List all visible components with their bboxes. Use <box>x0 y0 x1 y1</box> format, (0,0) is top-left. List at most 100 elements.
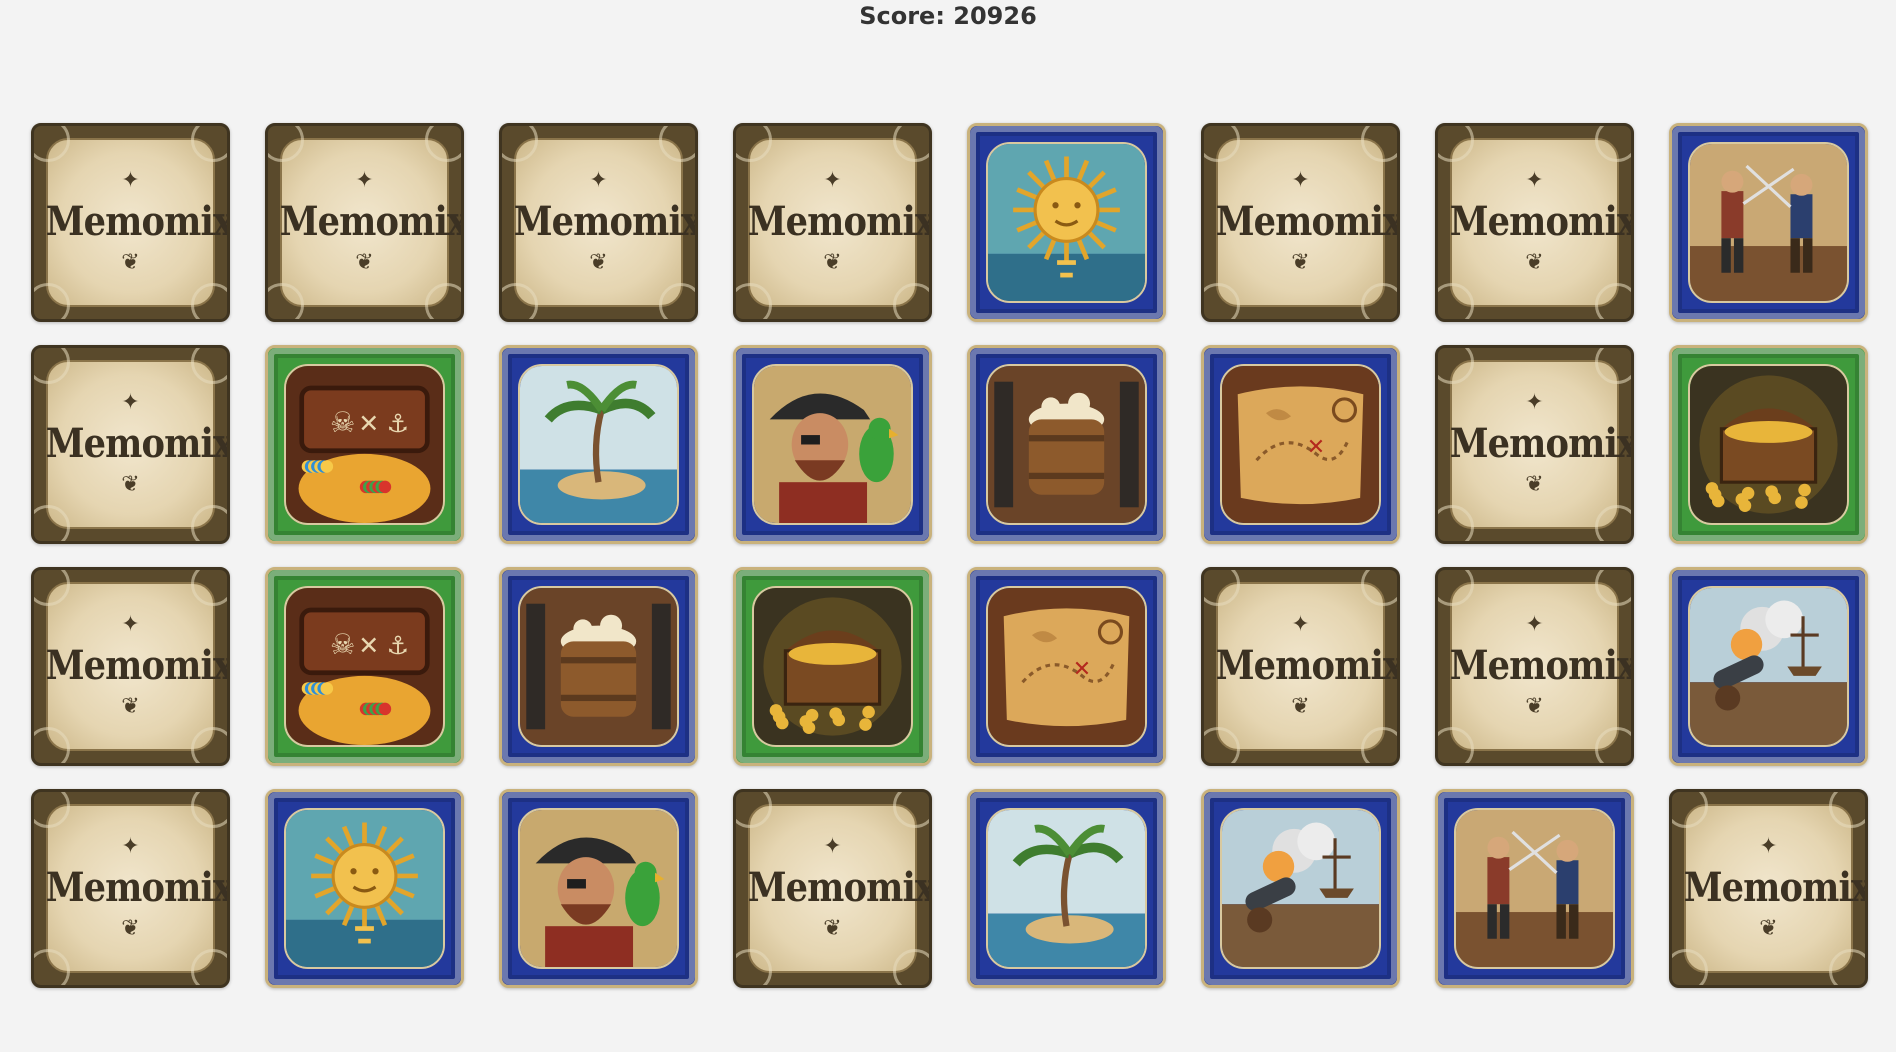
card-face-pirate-with-parrot[interactable] <box>733 345 932 544</box>
ornament-bottom: ❦ <box>1525 472 1544 497</box>
ornament-bottom: ❦ <box>1525 250 1544 275</box>
card-back[interactable]: ✦ Memomix ❦ <box>1201 567 1400 766</box>
card-back[interactable]: ✦ Memomix ❦ <box>1435 345 1634 544</box>
ornament-swirl <box>1595 283 1631 319</box>
palm-island-image <box>518 364 679 525</box>
treasure-map-image: ✕ <box>1220 364 1381 525</box>
card-back[interactable]: ✦ Memomix ❦ <box>1435 123 1634 322</box>
pirate-with-parrot-image <box>752 364 913 525</box>
ornament-bottom: ❦ <box>121 250 140 275</box>
card-back-logo: Memomix <box>747 864 932 911</box>
card-back-logo: Memomix <box>45 642 230 689</box>
ornament-top: ✦ <box>355 168 374 193</box>
ornament-top: ✦ <box>823 168 842 193</box>
ornament-top: ✦ <box>121 834 140 859</box>
treasure-chest-image <box>752 586 913 747</box>
ornament-swirl <box>191 505 227 541</box>
ornament-top: ✦ <box>1759 834 1778 859</box>
card-back-logo: Memomix <box>45 198 230 245</box>
svg-text:☠: ☠ <box>330 406 355 439</box>
ornament-top: ✦ <box>1291 612 1310 637</box>
sword-duel-image <box>1454 808 1615 969</box>
ornament-swirl <box>1361 727 1397 763</box>
card-face-treasure-map[interactable]: ✕ <box>967 567 1166 766</box>
treasure-hoard-image: ☠ ✕ ⚓ <box>284 586 445 747</box>
ornament-bottom: ❦ <box>355 250 374 275</box>
svg-text:⚓: ⚓ <box>386 631 409 660</box>
card-back[interactable]: ✦ Memomix ❦ <box>1669 789 1868 988</box>
card-face-treasure-chest[interactable] <box>1669 345 1868 544</box>
ornament-top: ✦ <box>121 612 140 637</box>
ornament-bottom: ❦ <box>589 250 608 275</box>
card-face-treasure-hoard[interactable]: ☠ ✕ ⚓ <box>265 345 464 544</box>
ornament-top: ✦ <box>1525 390 1544 415</box>
ornament-swirl <box>425 283 461 319</box>
ornament-top: ✦ <box>1291 168 1310 193</box>
card-back[interactable]: ✦ Memomix ❦ <box>31 345 230 544</box>
card-back[interactable]: ✦ Memomix ❦ <box>265 123 464 322</box>
ornament-swirl <box>191 949 227 985</box>
card-face-cannon-fire[interactable] <box>1201 789 1400 988</box>
score-display: Score: 20926 <box>859 2 1037 30</box>
ornament-swirl <box>659 283 695 319</box>
card-face-sword-duel[interactable] <box>1435 789 1634 988</box>
ornament-bottom: ❦ <box>823 916 842 941</box>
card-face-rum-barrel[interactable] <box>499 567 698 766</box>
ornament-bottom: ❦ <box>121 694 140 719</box>
svg-text:☠: ☠ <box>330 628 355 661</box>
card-back[interactable]: ✦ Memomix ❦ <box>31 123 230 322</box>
sword-duel-image <box>1688 142 1849 303</box>
ornament-swirl <box>1829 949 1865 985</box>
card-back[interactable]: ✦ Memomix ❦ <box>733 123 932 322</box>
svg-text:✕: ✕ <box>358 409 379 438</box>
ornament-bottom: ❦ <box>1291 694 1310 719</box>
ornament-swirl <box>191 727 227 763</box>
card-face-rum-barrel[interactable] <box>967 345 1166 544</box>
card-back[interactable]: ✦ Memomix ❦ <box>31 567 230 766</box>
card-face-sun[interactable] <box>967 123 1166 322</box>
card-back-logo: Memomix <box>747 198 932 245</box>
treasure-hoard-image: ☠ ✕ ⚓ <box>284 364 445 525</box>
card-back[interactable]: ✦ Memomix ❦ <box>733 789 932 988</box>
ornament-bottom: ❦ <box>1759 916 1778 941</box>
ornament-bottom: ❦ <box>823 250 842 275</box>
game-board: ✦ Memomix ❦ ✦ Memomix ❦ ✦ Memomix ❦ ✦ Me… <box>31 123 1868 988</box>
card-back-logo: Memomix <box>279 198 464 245</box>
cannon-fire-image <box>1688 586 1849 747</box>
ornament-top: ✦ <box>121 390 140 415</box>
ornament-swirl <box>1361 283 1397 319</box>
card-back[interactable]: ✦ Memomix ❦ <box>31 789 230 988</box>
ornament-bottom: ❦ <box>121 916 140 941</box>
card-face-pirate-with-parrot[interactable] <box>499 789 698 988</box>
card-face-palm-island[interactable] <box>499 345 698 544</box>
palm-island-image <box>986 808 1147 969</box>
card-back[interactable]: ✦ Memomix ❦ <box>499 123 698 322</box>
rum-barrel-image <box>518 586 679 747</box>
card-back[interactable]: ✦ Memomix ❦ <box>1435 567 1634 766</box>
card-back-logo: Memomix <box>1449 420 1634 467</box>
ornament-bottom: ❦ <box>121 472 140 497</box>
ornament-top: ✦ <box>589 168 608 193</box>
card-face-treasure-map[interactable]: ✕ <box>1201 345 1400 544</box>
treasure-chest-image <box>1688 364 1849 525</box>
card-face-cannon-fire[interactable] <box>1669 567 1868 766</box>
ornament-top: ✦ <box>1525 612 1544 637</box>
card-back[interactable]: ✦ Memomix ❦ <box>1201 123 1400 322</box>
card-face-treasure-hoard[interactable]: ☠ ✕ ⚓ <box>265 567 464 766</box>
card-face-sun[interactable] <box>265 789 464 988</box>
card-face-treasure-chest[interactable] <box>733 567 932 766</box>
card-back-logo: Memomix <box>1449 642 1634 689</box>
ornament-top: ✦ <box>121 168 140 193</box>
card-face-sword-duel[interactable] <box>1669 123 1868 322</box>
treasure-map-image: ✕ <box>986 586 1147 747</box>
ornament-bottom: ❦ <box>1291 250 1310 275</box>
rum-barrel-image <box>986 364 1147 525</box>
cannon-fire-image <box>1220 808 1381 969</box>
card-face-palm-island[interactable] <box>967 789 1166 988</box>
ornament-swirl <box>1595 505 1631 541</box>
svg-text:✕: ✕ <box>358 631 379 660</box>
ornament-swirl <box>893 283 929 319</box>
pirate-with-parrot-image <box>518 808 679 969</box>
ornament-top: ✦ <box>823 834 842 859</box>
svg-text:⚓: ⚓ <box>386 409 409 438</box>
